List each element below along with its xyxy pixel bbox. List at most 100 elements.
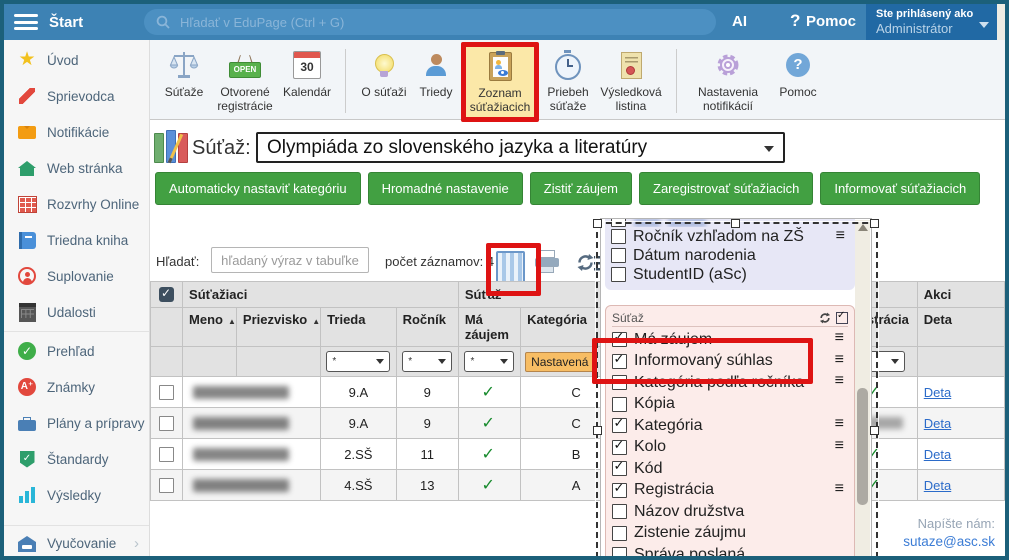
drag-handle-icon[interactable]: ≡ bbox=[835, 480, 844, 498]
panel-scrollbar[interactable] bbox=[855, 220, 870, 560]
tool-zoznam-sutaziacich[interactable]: Zoznam súťažiacich bbox=[461, 42, 539, 122]
sidebar-item-standardy[interactable]: ✓ Štandardy bbox=[4, 441, 149, 477]
row-checkbox[interactable] bbox=[159, 478, 174, 493]
checkbox[interactable] bbox=[612, 526, 627, 541]
col-header-rocnik[interactable]: Ročník bbox=[396, 308, 458, 347]
filter-trieda[interactable]: * bbox=[326, 351, 390, 372]
help-question-icon[interactable]: ? bbox=[790, 11, 800, 31]
checkbox[interactable] bbox=[611, 248, 626, 263]
panel-item-datum-narodenia[interactable]: Dátum narodenia ≡ bbox=[611, 246, 849, 265]
tool-sutaze[interactable]: Súťaže bbox=[156, 45, 212, 100]
ai-button[interactable]: AI bbox=[732, 13, 747, 30]
contact-email-link[interactable]: sutaze@asc.sk bbox=[903, 534, 995, 549]
checkbox[interactable] bbox=[612, 397, 627, 412]
sidebar-item-rozvrhy[interactable]: Rozvrhy Online bbox=[4, 186, 149, 222]
sidebar-item-uvod[interactable]: ★ Úvod bbox=[4, 42, 149, 78]
col-header-detail[interactable]: Deta bbox=[917, 308, 1004, 347]
auto-category-button[interactable]: Automaticky nastaviť kategóriu bbox=[155, 172, 361, 205]
panel-item-kategoria[interactable]: Kategória ≡ bbox=[612, 415, 848, 437]
row-checkbox[interactable] bbox=[159, 416, 174, 431]
sidebar-item-sprievodca[interactable]: Sprievodca bbox=[4, 78, 149, 114]
drag-handle-icon[interactable]: ≡ bbox=[835, 372, 844, 390]
hamburger-menu-icon[interactable] bbox=[14, 14, 38, 30]
panel-item-kolo[interactable]: Kolo ≡ bbox=[612, 437, 848, 459]
checkbox[interactable] bbox=[611, 229, 626, 244]
start-button[interactable]: Štart bbox=[49, 14, 83, 31]
col-header-priezvisko[interactable]: Priezvisko bbox=[236, 308, 320, 347]
refresh-icon[interactable] bbox=[576, 253, 595, 277]
drag-handle-icon[interactable]: ≡ bbox=[835, 329, 844, 347]
tool-pomoc[interactable]: ? Pomoc bbox=[770, 45, 826, 100]
detail-link[interactable]: Deta bbox=[918, 478, 1004, 493]
sidebar-item-prehlad[interactable]: ✓ Prehľad bbox=[4, 333, 149, 369]
checkbox[interactable] bbox=[612, 332, 627, 347]
col-header-trieda[interactable]: Trieda bbox=[321, 308, 396, 347]
checkbox[interactable] bbox=[612, 418, 627, 433]
tool-kalendar[interactable]: 30 Kalendár bbox=[278, 45, 336, 100]
inform-button[interactable]: Informovať súťažiacich bbox=[820, 172, 980, 205]
sidebar-item-vysledky[interactable]: Výsledky bbox=[4, 477, 149, 513]
tool-o-sutazi[interactable]: O súťaži bbox=[355, 45, 413, 100]
filter-ma-zaujem[interactable]: * bbox=[464, 351, 514, 372]
panel-item-studentid[interactable]: StudentID (aSc) ≡ bbox=[611, 265, 849, 284]
filter-rocnik[interactable]: * bbox=[402, 351, 452, 372]
print-icon[interactable] bbox=[535, 250, 559, 272]
checkbox[interactable] bbox=[612, 547, 627, 560]
row-checkbox[interactable] bbox=[159, 385, 174, 400]
panel-item-kategoria-podla-rocnika[interactable]: Kategória podľa ročníka ≡ bbox=[612, 372, 848, 394]
detail-link[interactable]: Deta bbox=[918, 416, 1004, 431]
user-menu[interactable]: Ste prihlásený ako Administrátor bbox=[866, 4, 997, 40]
tool-triedy[interactable]: Triedy bbox=[413, 45, 459, 100]
tool-vysledkova-listina[interactable]: Výsledková listina bbox=[595, 45, 667, 113]
sidebar-item-udalosti[interactable]: Udalosti bbox=[4, 294, 149, 330]
checkbox[interactable] bbox=[612, 440, 627, 455]
scroll-up-arrow-icon[interactable] bbox=[858, 224, 868, 231]
column-chooser-icon[interactable] bbox=[496, 251, 525, 284]
scrollbar-thumb[interactable] bbox=[857, 388, 868, 505]
checkbox[interactable] bbox=[612, 483, 627, 498]
detail-link[interactable]: Deta bbox=[918, 385, 1004, 400]
tool-priebeh-sutaze[interactable]: Priebeh súťaže bbox=[541, 45, 595, 113]
checkbox[interactable] bbox=[612, 375, 627, 390]
sidebar-item-plany[interactable]: Plány a prípravy bbox=[4, 405, 149, 441]
panel-item-rocnik-zs[interactable]: Ročník vzhľadom na ZŠ ≡ bbox=[611, 227, 849, 246]
row-checkbox[interactable] bbox=[159, 447, 174, 462]
check-all-icon[interactable] bbox=[836, 312, 848, 324]
drag-handle-icon[interactable]: ≡ bbox=[835, 437, 844, 455]
drag-handle-icon[interactable]: ≡ bbox=[835, 351, 844, 369]
bulk-setting-button[interactable]: Hromadné nastavenie bbox=[368, 172, 523, 205]
tool-nastavenia-notifikacii[interactable]: Nastavenia notifikácií bbox=[686, 45, 770, 113]
panel-item-zistenie-zaujmu[interactable]: Zistenie záujmu ≡ bbox=[612, 523, 848, 545]
panel-item-kopia[interactable]: Kópia ≡ bbox=[612, 394, 848, 416]
panel-item-kod[interactable]: Kód ≡ bbox=[612, 458, 848, 480]
checkbox[interactable] bbox=[612, 504, 627, 519]
checkbox[interactable] bbox=[612, 354, 627, 369]
checkbox[interactable] bbox=[611, 267, 626, 282]
sidebar-item-notifikacie[interactable]: Notifikácie bbox=[4, 114, 149, 150]
refresh-icon[interactable] bbox=[819, 312, 831, 324]
panel-item-registracia[interactable]: Registrácia ≡ bbox=[612, 480, 848, 502]
global-search-input[interactable] bbox=[178, 14, 662, 31]
panel-item-nazov-druzstva[interactable]: Názov družstva ≡ bbox=[612, 501, 848, 523]
find-interest-button[interactable]: Zistiť záujem bbox=[530, 172, 632, 205]
col-header-ma-zaujem[interactable]: Má záujem bbox=[458, 308, 520, 347]
select-all-checkbox[interactable] bbox=[159, 287, 174, 302]
panel-item-informovany-suhlas[interactable]: Informovaný súhlas ≡ bbox=[612, 351, 848, 373]
checkbox[interactable] bbox=[612, 461, 627, 476]
sidebar-item-znamky[interactable]: A⁺ Známky bbox=[4, 369, 149, 405]
drag-handle-icon[interactable]: ≡ bbox=[835, 415, 844, 433]
panel-item-ma-zaujem[interactable]: Má záujem ≡ bbox=[612, 329, 848, 351]
global-search[interactable] bbox=[144, 9, 716, 35]
tool-otvorene-registracie[interactable]: OPEN Otvorené registrácie bbox=[212, 45, 278, 113]
panel-item-sprava-poslana[interactable]: Správa poslaná ≡ bbox=[612, 544, 848, 560]
sidebar-item-vyucovanie[interactable]: Vyučovanie › bbox=[4, 525, 149, 560]
sidebar-item-web-stranka[interactable]: Web stránka bbox=[4, 150, 149, 186]
col-header-meno[interactable]: Meno bbox=[183, 308, 237, 347]
filter-kategoria[interactable]: Nastavená bbox=[525, 352, 594, 372]
competition-select[interactable]: Olympiáda zo slovenského jazyka a litera… bbox=[256, 132, 785, 163]
register-button[interactable]: Zaregistrovať súťažiacich bbox=[639, 172, 813, 205]
sidebar-item-triedna-kniha[interactable]: Triedna kniha bbox=[4, 222, 149, 258]
sidebar-item-suplovanie[interactable]: Suplovanie bbox=[4, 258, 149, 294]
detail-link[interactable]: Deta bbox=[918, 447, 1004, 462]
table-search-input[interactable] bbox=[211, 247, 369, 273]
